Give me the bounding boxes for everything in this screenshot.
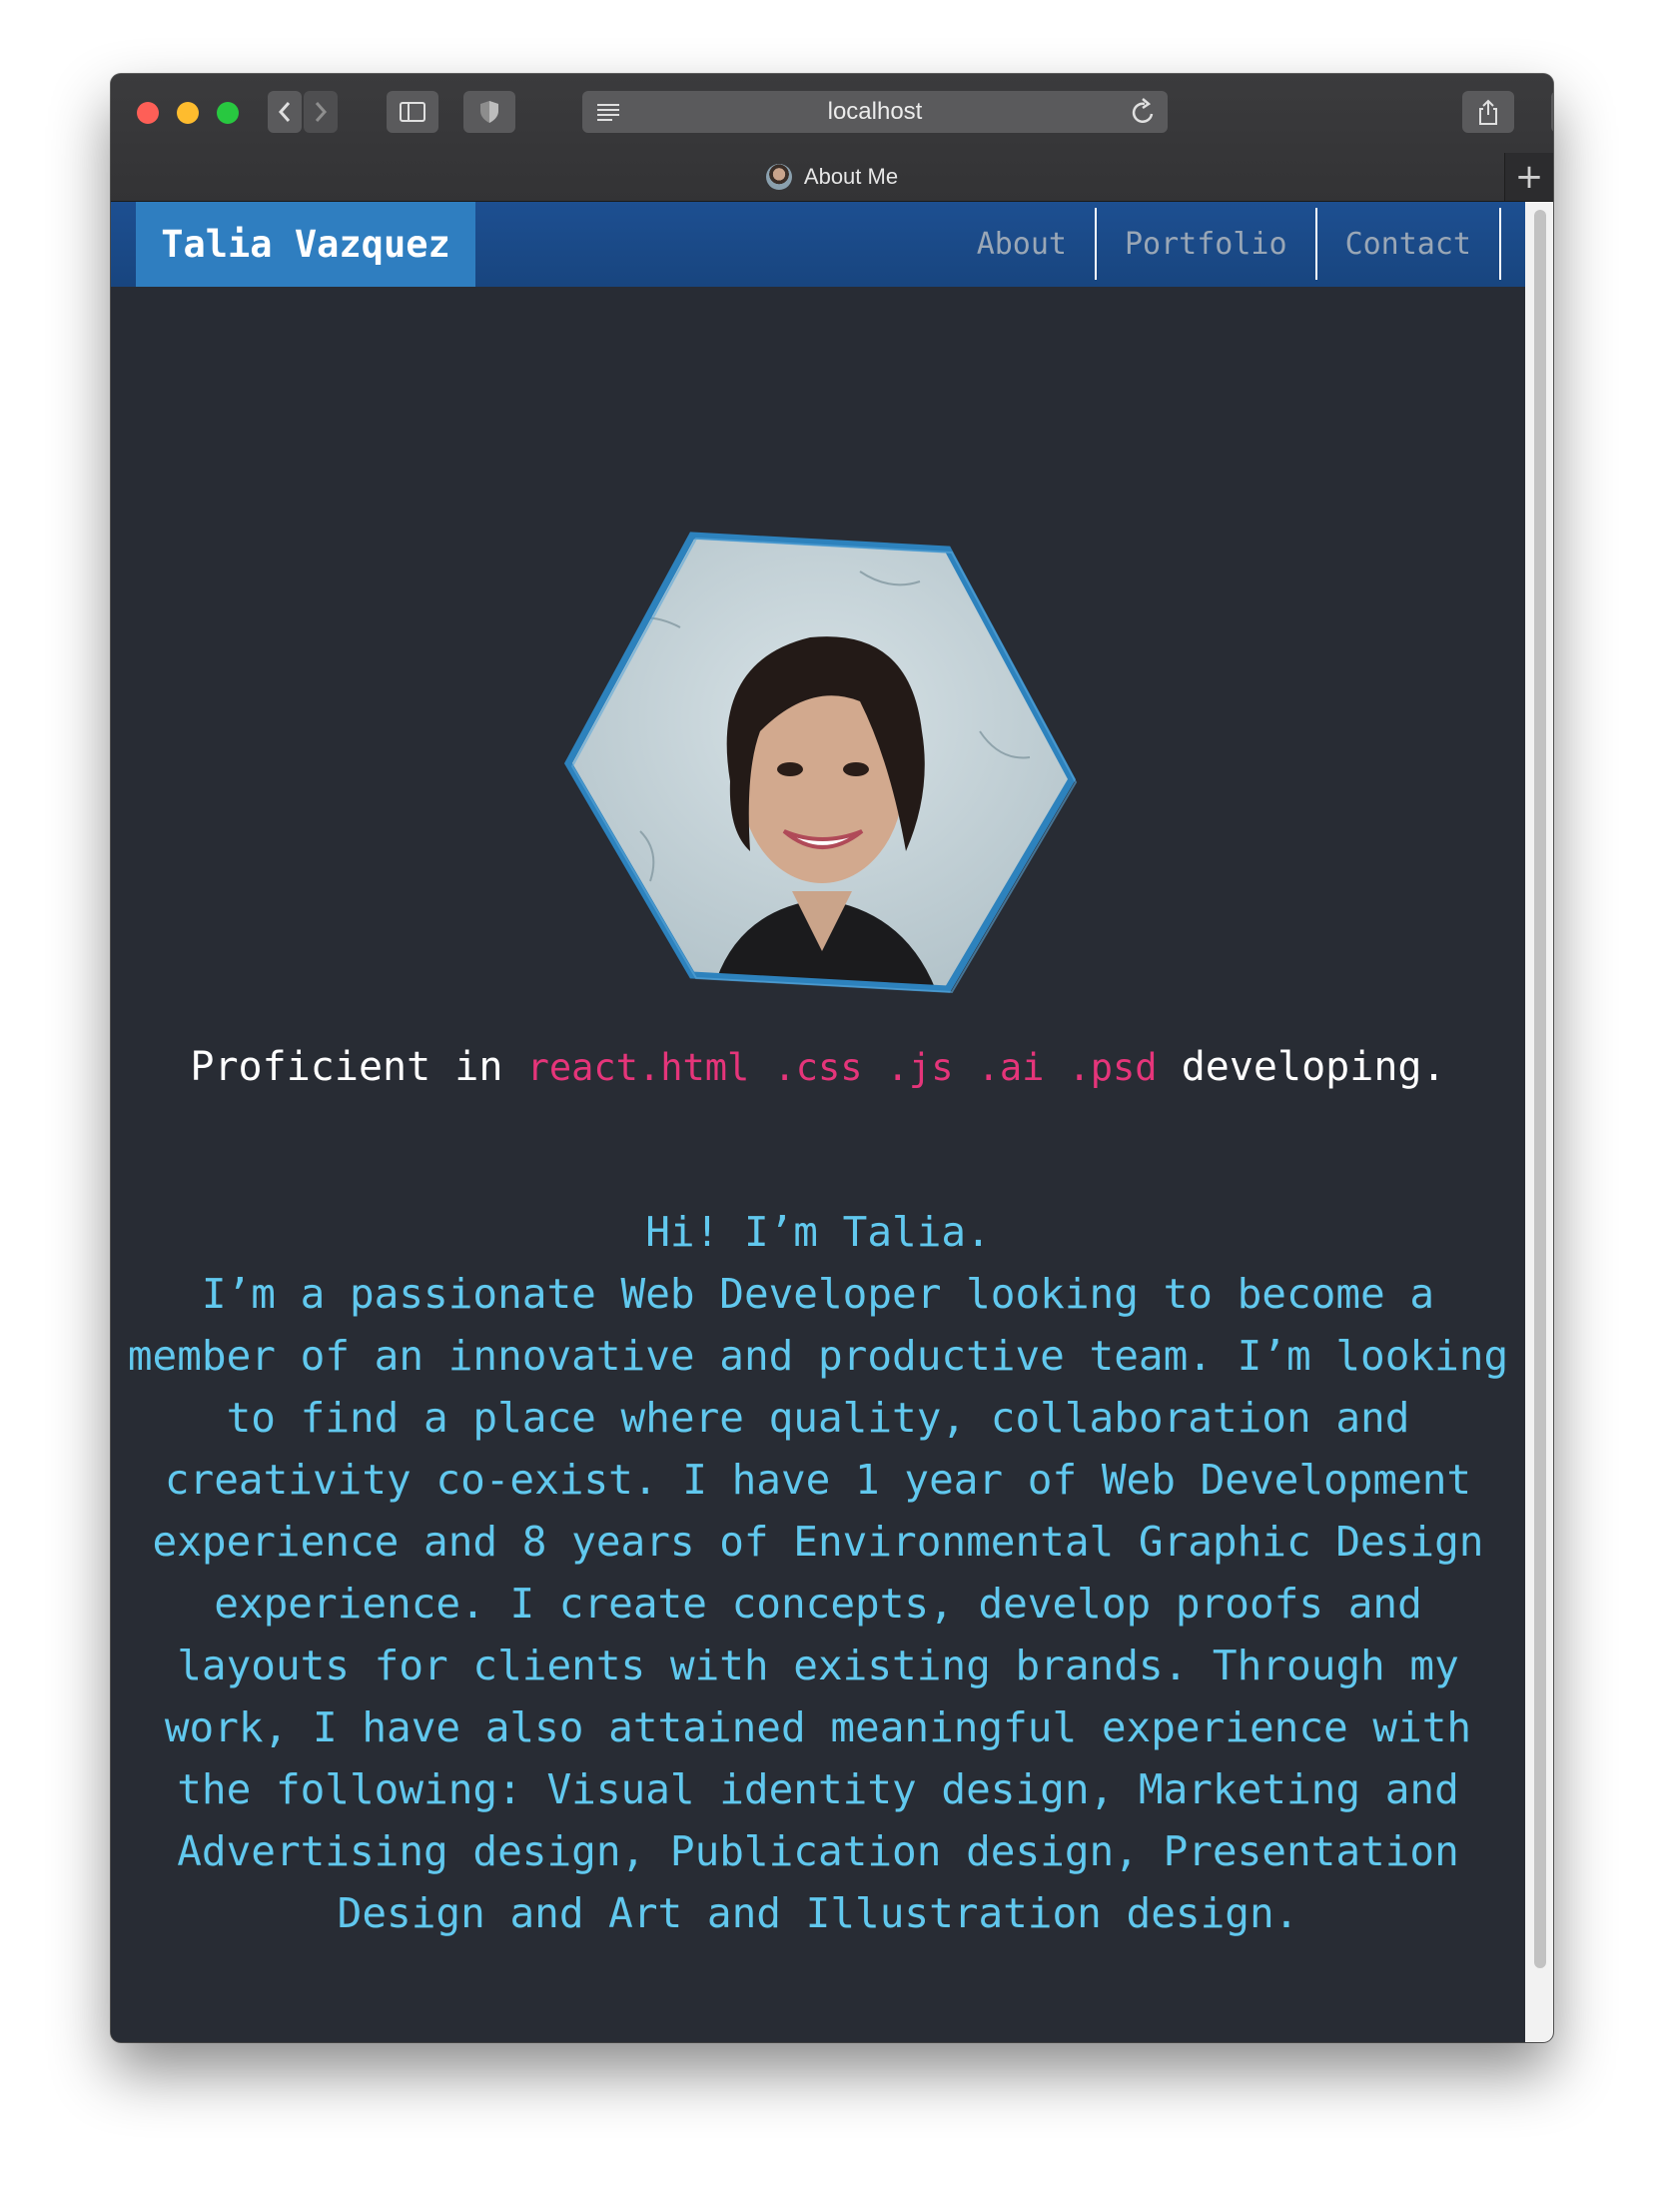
back-button[interactable] [268,91,302,133]
nav-portfolio-link[interactable]: Portfolio [1097,208,1317,280]
intro-line: to find a place where quality, collabora… [226,1394,1410,1442]
proficient-suffix: developing. [1181,1044,1446,1090]
intro-line: experience. I create concepts, develop p… [214,1580,1422,1628]
scrollbar-thumb[interactable] [1534,210,1546,1968]
proficient-line: Proficient in react.html .css .js .ai .p… [111,1044,1525,1090]
sidebar-button[interactable] [387,91,438,133]
tab-overview-button[interactable] [1551,91,1553,133]
url-text: localhost [827,98,923,125]
privacy-shield-button[interactable] [463,91,515,133]
active-tab[interactable]: About Me [111,153,1553,201]
page-viewport: Talia Vazquez About Portfolio Contact Pr… [111,202,1525,2042]
tech-css: .css [773,1046,863,1089]
intro-line: layouts for clients with existing brands… [177,1642,1459,1689]
chevron-left-icon [278,102,291,122]
shield-icon [480,101,498,123]
proficient-prefix: Proficient in [190,1044,503,1090]
tech-psd: .psd [1068,1046,1158,1089]
nav-about-link[interactable]: About [949,208,1097,280]
tech-html: .html [637,1046,750,1089]
tab-title: About Me [803,164,899,189]
intro-line: creativity co-exist. I have 1 year of We… [164,1456,1472,1504]
share-icon [1479,99,1497,125]
new-tab-button[interactable]: + [1504,153,1553,201]
intro-line: Design and Art and Illustration design. [337,1889,1299,1937]
intro-line: member of an innovative and productive t… [127,1332,1509,1380]
vertical-scrollbar[interactable] [1525,202,1553,2042]
nav-links: About Portfolio Contact [949,208,1501,280]
tech-js: .js [886,1046,954,1089]
forward-button[interactable] [304,91,338,133]
site-navbar: Talia Vazquez About Portfolio Contact [111,202,1525,287]
intro-line: the following: Visual identity design, M… [177,1765,1459,1813]
brand-logo[interactable]: Talia Vazquez [136,202,475,287]
avatar-favicon-icon [765,164,792,190]
profile-photo [563,532,1078,994]
close-window-button[interactable] [137,102,159,124]
intro-line: I’m a passionate Web Developer looking t… [201,1270,1435,1318]
minimize-window-button[interactable] [177,102,199,124]
intro-line: Advertising design, Publication design, … [177,1827,1459,1875]
zoom-window-button[interactable] [217,102,239,124]
intro-line: work, I have also attained meaningful ex… [164,1703,1472,1751]
chevron-right-icon [315,102,328,122]
share-button[interactable] [1462,91,1514,133]
browser-toolbar: localhost About Me + [111,74,1553,202]
address-bar[interactable]: localhost [582,91,1168,133]
nav-contact-link[interactable]: Contact [1317,208,1501,280]
intro-line: experience and 8 years of Environmental … [152,1518,1484,1566]
intro-paragraph: Hi! I’m Talia. I’m a passionate Web Deve… [111,1201,1525,1944]
browser-window: localhost About Me + Talia Vazquez About… [111,74,1553,2042]
reload-icon[interactable] [1130,97,1158,127]
tech-ai: .ai [977,1046,1045,1089]
reader-view-icon[interactable] [596,103,620,121]
intro-greeting: Hi! I’m Talia. [645,1208,991,1256]
sidebar-icon [400,102,425,122]
tech-react: react [526,1046,638,1089]
